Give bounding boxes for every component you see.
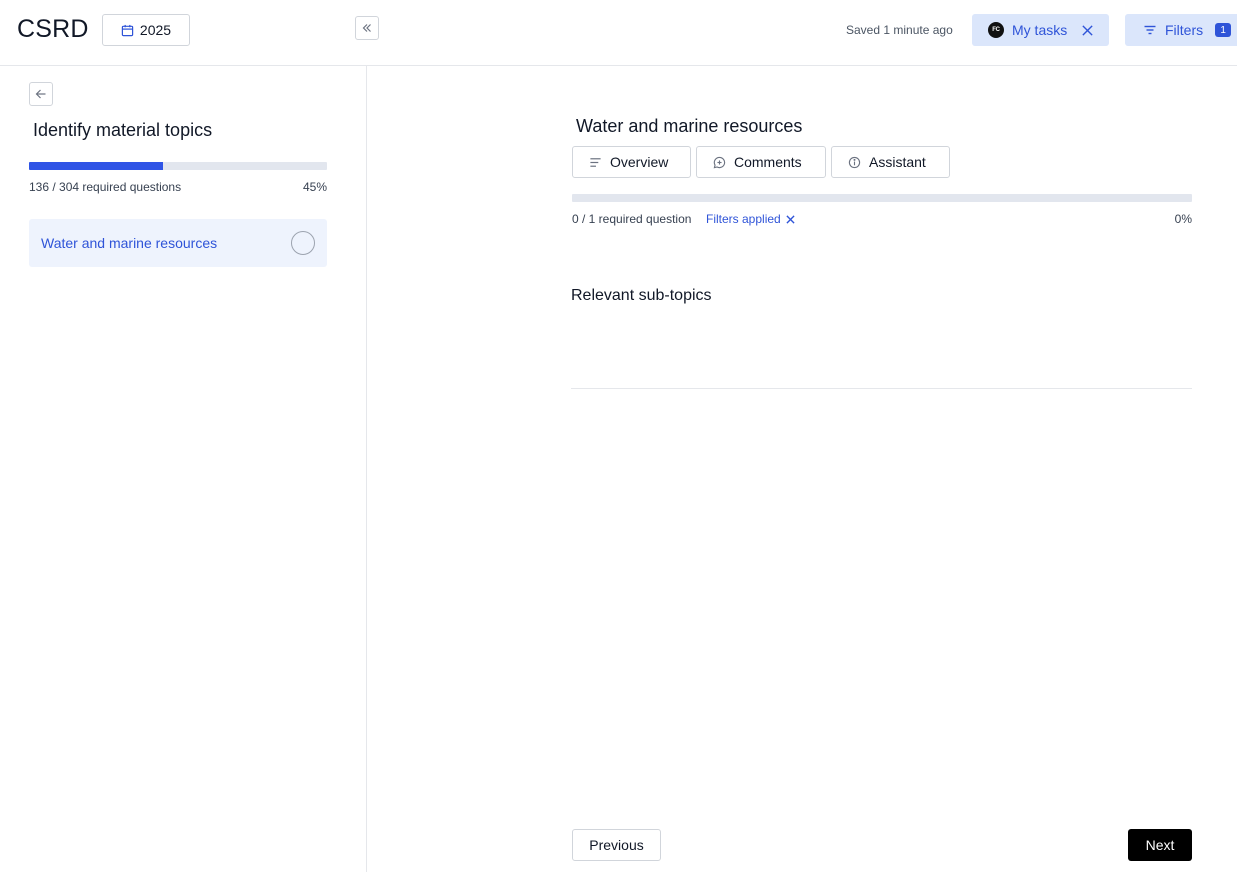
collapse-sidebar-button[interactable] xyxy=(355,16,379,40)
next-button[interactable]: Next xyxy=(1128,829,1192,861)
previous-button[interactable]: Previous xyxy=(572,829,661,861)
back-button[interactable] xyxy=(29,82,53,106)
topic-progress-bar xyxy=(572,194,1192,202)
app-title: CSRD xyxy=(17,15,89,43)
tab-comments[interactable]: Comments xyxy=(696,146,826,178)
sidebar-progress-bar xyxy=(29,162,327,170)
page-title: Water and marine resources xyxy=(576,116,803,136)
sidebar-title: Identify material topics xyxy=(33,120,213,140)
chevrons-left-icon xyxy=(362,24,371,32)
topic-progress-text: 0 / 1 required question xyxy=(572,212,692,226)
filter-count-badge: 1 xyxy=(1215,23,1232,37)
tab-assistant[interactable]: Assistant xyxy=(831,146,950,178)
avatar: FC xyxy=(988,22,1004,38)
tab-overview[interactable]: Overview xyxy=(572,146,691,178)
filter-icon xyxy=(1144,25,1156,35)
close-icon[interactable] xyxy=(1081,24,1094,37)
filters-applied-label: Filters applied xyxy=(706,212,781,226)
filters-applied-link[interactable]: Filters applied xyxy=(706,212,795,226)
info-icon xyxy=(848,156,861,168)
arrow-left-icon xyxy=(35,89,46,99)
sidebar: Identify material topics 136 / 304 requi… xyxy=(0,66,367,872)
year-selector-button[interactable]: 2025 xyxy=(102,14,190,46)
sidebar-progress-percent: 45% xyxy=(302,180,327,194)
top-header: CSRD 2025 Saved 1 minute ago FC My tasks… xyxy=(0,0,1237,66)
filters-button[interactable]: Filters 1 xyxy=(1125,14,1237,46)
sidebar-progress-fill xyxy=(29,162,164,170)
topic-progress-percent: 0% xyxy=(1174,212,1192,226)
sidebar-item-water-and-marine-resources[interactable]: Water and marine resources xyxy=(29,219,327,267)
tab-bar: Overview Comments Assistant xyxy=(572,146,950,178)
status-circle-icon xyxy=(291,231,315,255)
filters-label: Filters xyxy=(1165,22,1204,38)
close-icon[interactable] xyxy=(786,214,795,224)
my-tasks-label: My tasks xyxy=(1012,22,1068,38)
saved-status: Saved 1 minute ago xyxy=(846,23,953,37)
calendar-icon xyxy=(121,24,134,36)
tab-label: Comments xyxy=(734,154,802,170)
year-label: 2025 xyxy=(139,22,172,38)
lines-icon xyxy=(590,157,601,167)
section-divider xyxy=(571,388,1192,389)
tab-label: Overview xyxy=(610,154,669,170)
my-tasks-button[interactable]: FC My tasks xyxy=(972,14,1109,46)
tab-label: Assistant xyxy=(869,154,926,170)
sidebar-progress-text: 136 / 304 required questions xyxy=(29,180,182,194)
section-title: Relevant sub-topics xyxy=(571,287,712,304)
comment-plus-icon xyxy=(713,156,726,168)
sidebar-item-label: Water and marine resources xyxy=(41,235,218,251)
